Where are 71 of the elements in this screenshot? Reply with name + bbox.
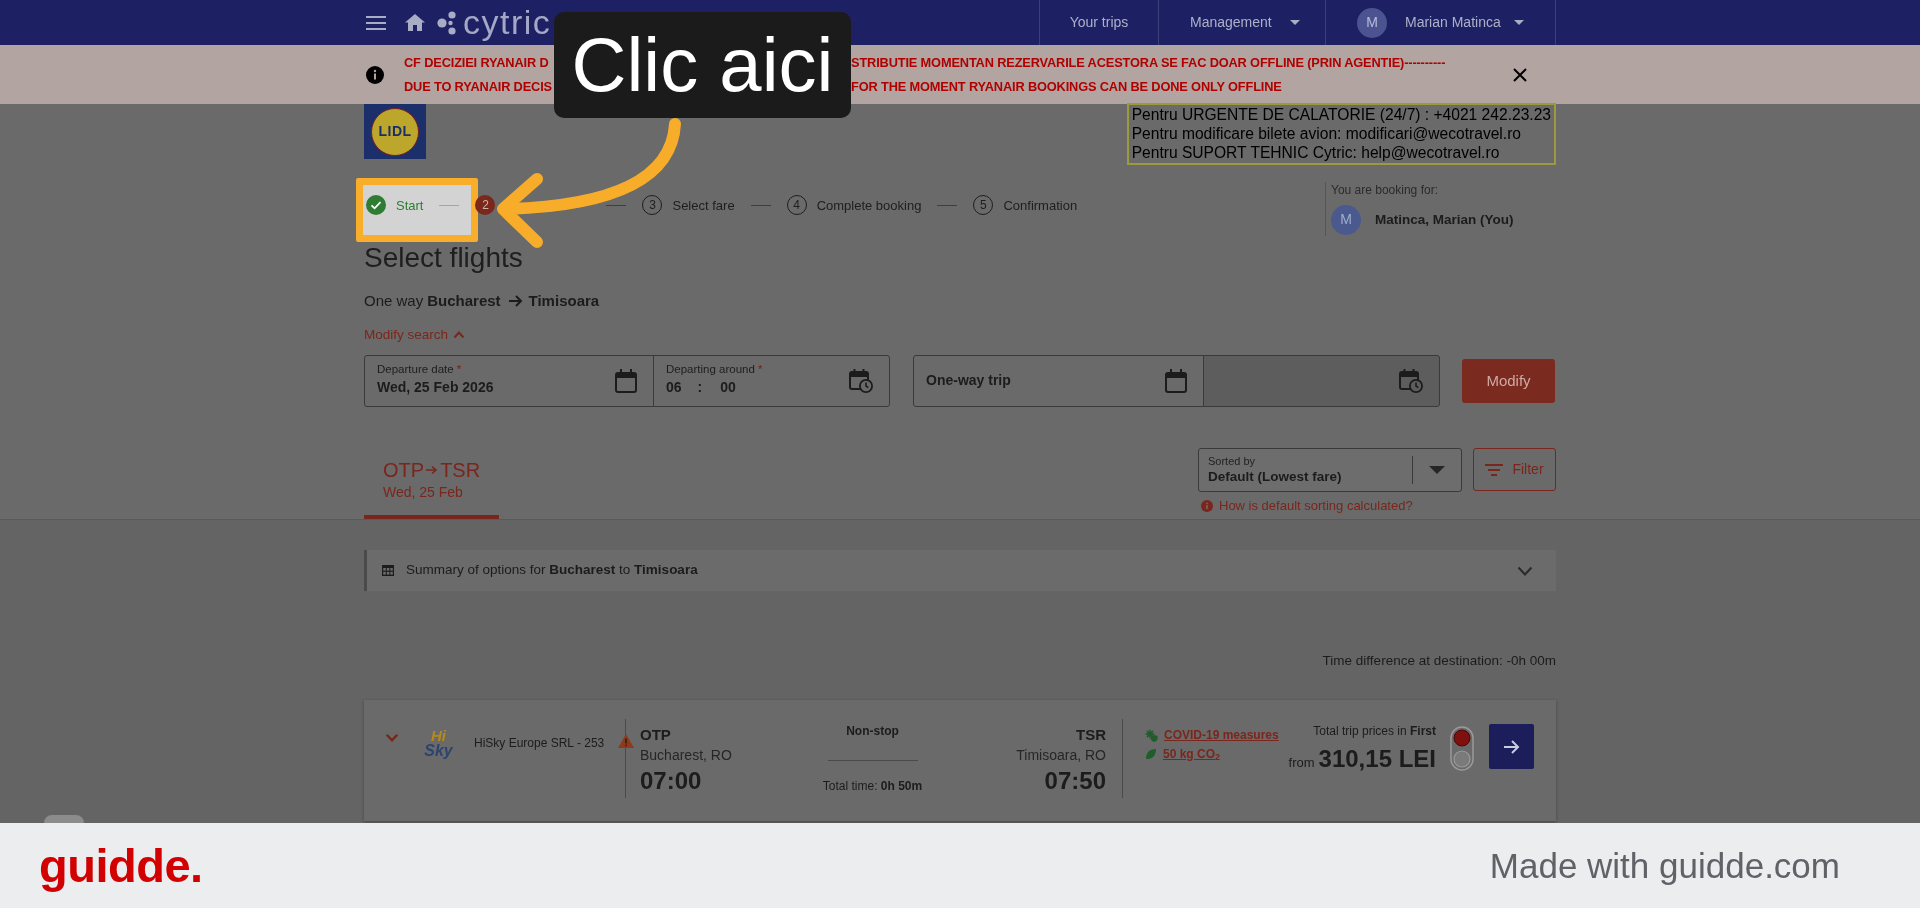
home-icon[interactable]: [405, 14, 425, 31]
city-name: Bucharest, RO: [640, 746, 733, 764]
brand-name: cytric: [463, 2, 552, 43]
notice-text: DUE TO RYANAIR DECIS: [404, 77, 553, 96]
booking-caption: You are booking for:: [1331, 183, 1439, 197]
emissions-link[interactable]: 50 kg CO$_{2}$: [1163, 746, 1221, 762]
step-label: Confirmation: [1003, 197, 1078, 213]
step-number: 2: [475, 195, 496, 215]
company-logo: LIDL: [364, 104, 426, 159]
trip-type: One way: [364, 291, 424, 311]
destination-city: Timisoara: [528, 291, 600, 311]
caret-down-icon: [1429, 466, 1445, 474]
calendar-icon: [615, 369, 637, 393]
arrow-right-icon: [508, 295, 523, 307]
leaf-icon: [1145, 748, 1157, 760]
notice-text: FOR THE MOMENT RYANAIR BOOKINGS CAN BE DONE ONLY OFFLINE: [851, 77, 1283, 96]
modify-search-link[interactable]: Modify search: [364, 325, 466, 345]
step-label: Select fare: [672, 197, 735, 213]
info-icon: [366, 65, 384, 84]
contact-line: Pentru URGENTE DE CALATORIE (24/7) : +4021 242.23.23: [1131, 105, 1551, 124]
total-time: Total time: 0h 50m: [821, 779, 924, 793]
contact-line: Pentru modificare bilete avion: modificari@wecotravel.ro: [1131, 124, 1523, 143]
airline-logo: Hi Sky: [423, 728, 454, 761]
airport-code: TSR: [1075, 726, 1106, 744]
modify-button[interactable]: Modify: [1462, 359, 1555, 403]
help-link[interactable]: How is default sorting calculated?: [1201, 498, 1413, 514]
departure-time-field[interactable]: Departing around * 06 : 00: [653, 355, 890, 407]
filter-icon: [1485, 463, 1504, 476]
airline-name: HiSky Europe SRL - 253: [474, 736, 606, 750]
notice-text: STRIBUTIE MOMENTAN REZERVARILE ACESTORA SE FAC DOAR OFFLINE (PRIN AGENTIE)----------: [851, 53, 1446, 72]
close-icon[interactable]: [1513, 67, 1527, 82]
traveler-name: Matinca, Marian (You): [1375, 211, 1514, 229]
arrival-time: 07:50: [1043, 767, 1106, 795]
step-label[interactable]: Start: [396, 197, 424, 213]
trip-type-field[interactable]: One-way trip: [913, 355, 1204, 407]
notice-text: CF DECIZIEI RYANAIR D: [404, 53, 550, 72]
table-icon: [382, 565, 394, 576]
contact-line: Pentru SUPORT TEHNIC Cytric: help@wecotravel.ro: [1131, 143, 1501, 162]
departure-date-field[interactable]: Departure date * Wed, 25 Feb 2026: [364, 355, 654, 407]
select-flight-button[interactable]: [1489, 724, 1534, 769]
traffic-light-icon: [1450, 726, 1474, 771]
callout: Clic aici: [554, 12, 851, 118]
traveler-avatar: M: [1331, 205, 1361, 235]
summary-bar[interactable]: Summary of options for Bucharest to Timisoara: [364, 550, 1556, 591]
caret-down-icon: [1289, 20, 1300, 25]
price-caption: Total trip prices in First: [1312, 724, 1436, 738]
calendar-icon: [1165, 369, 1187, 393]
caret-down-icon: [1513, 20, 1524, 25]
virus-shield-icon: [1145, 728, 1158, 742]
time-difference-text: Time difference at destination: -0h 00m: [1321, 652, 1556, 670]
airport-code: OTP: [640, 726, 672, 744]
origin-city: Bucharest: [427, 291, 501, 311]
info-icon: [1201, 500, 1213, 512]
stops-label: Non-stop: [845, 724, 900, 738]
price-prefix: from: [1288, 754, 1315, 772]
dots-logo-icon: [437, 10, 458, 35]
calendar-clock-icon: [849, 369, 873, 393]
user-avatar: M: [1357, 7, 1387, 38]
made-with-text: Made with guidde.com: [1489, 844, 1840, 887]
arrow-right-icon: [426, 465, 439, 475]
price-amount: 310,15 LEI: [1318, 744, 1436, 774]
step-label: Complete booking: [816, 197, 922, 213]
page-title: Select flights: [364, 241, 524, 275]
departure-time: 07:00: [640, 767, 703, 795]
calendar-clock-icon: [1399, 369, 1423, 393]
arrow-right-icon: [1503, 739, 1520, 754]
sort-dropdown[interactable]: Sorted by Default (Lowest fare): [1198, 448, 1462, 492]
menu-icon[interactable]: [366, 15, 386, 30]
covid-measures-link[interactable]: COVID-19 measures: [1164, 727, 1279, 743]
filter-button[interactable]: Filter: [1473, 448, 1556, 491]
city-name: Timisoara, RO: [1015, 746, 1106, 764]
